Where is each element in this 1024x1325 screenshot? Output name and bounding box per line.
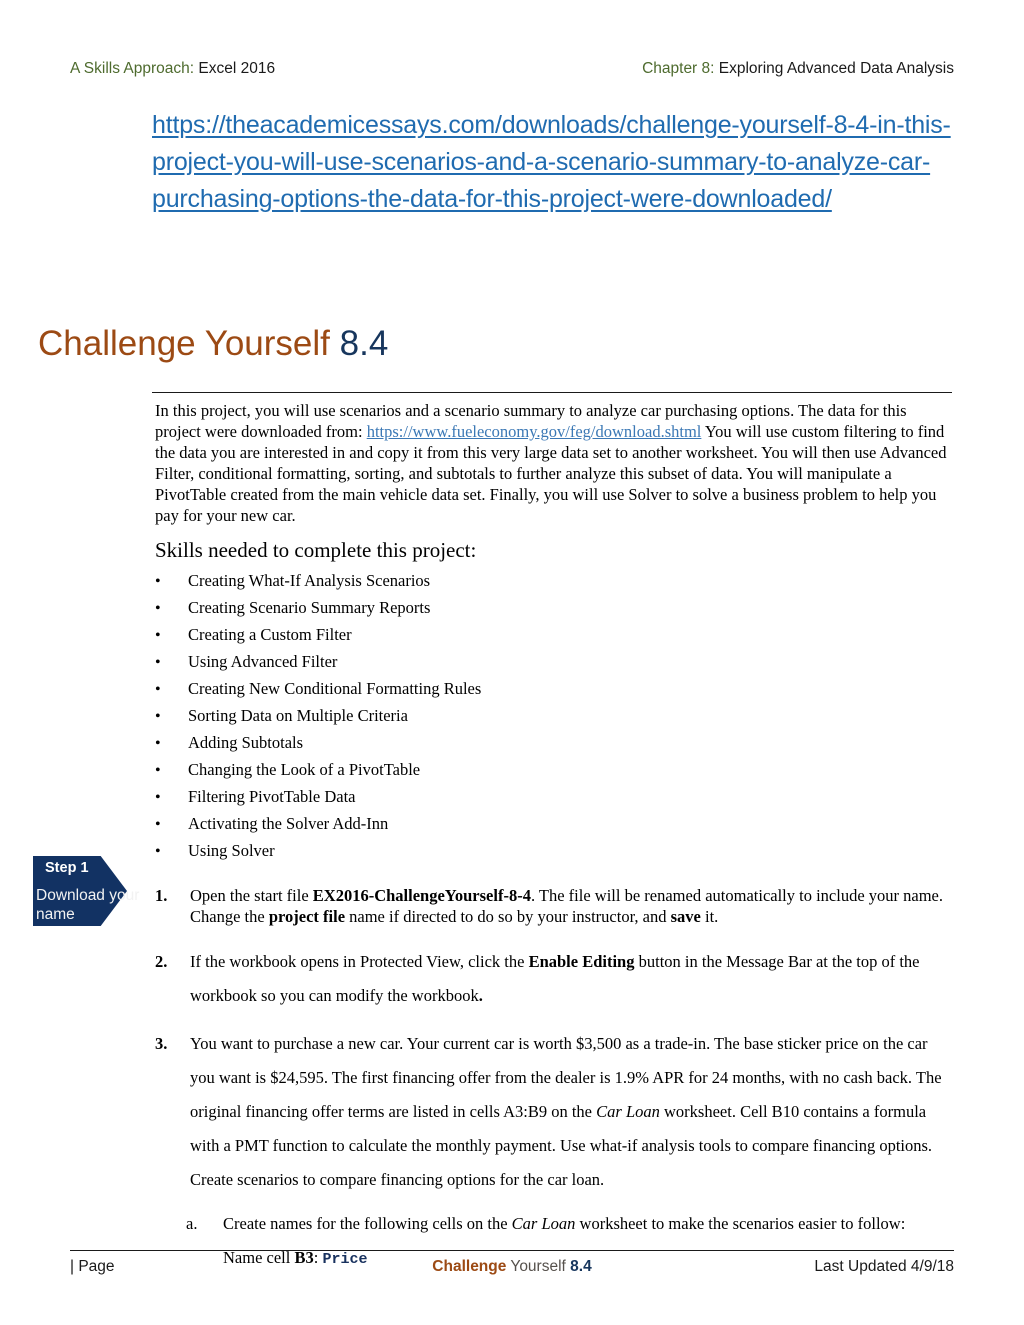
bullet-icon: •: [155, 735, 161, 752]
fueleconomy-link[interactable]: https://www.fueleconomy.gov/feg/download…: [367, 422, 702, 441]
list-item: • Using Advanced Filter: [155, 648, 775, 675]
list-item: • Adding Subtotals: [155, 729, 775, 756]
footer-title-number: 8.4: [570, 1258, 592, 1275]
list-item: • Filtering PivotTable Data: [155, 783, 775, 810]
step-text: Open the start file EX2016-ChallengeYour…: [190, 885, 955, 927]
substep-a-seg2: worksheet to make the scenarios easier t…: [575, 1214, 906, 1233]
footer-title: Challenge Yourself 8.4: [365, 1255, 660, 1279]
bullet-icon: •: [155, 843, 161, 860]
page-header: A Skills Approach: Excel 2016 Chapter 8:…: [70, 58, 954, 84]
header-right: Chapter 8: Exploring Advanced Data Analy…: [642, 58, 954, 80]
project-description: In this project, you will use scenarios …: [155, 400, 955, 526]
list-item: • Activating the Solver Add-Inn: [155, 810, 775, 837]
skill-label: Sorting Data on Multiple Criteria: [188, 706, 408, 725]
skill-label: Creating New Conditional Formatting Rule…: [188, 679, 482, 698]
step3-italic-carloan: Car Loan: [596, 1102, 660, 1121]
instruction-steps: 1. Open the start file EX2016-ChallengeY…: [155, 885, 955, 1277]
skill-label: Creating Scenario Summary Reports: [188, 598, 431, 617]
page-title-number: 8.4: [339, 324, 389, 363]
bullet-icon: •: [155, 762, 161, 779]
step2-bold-enable-editing: Enable Editing: [528, 952, 635, 971]
list-item: • Creating Scenario Summary Reports: [155, 594, 775, 621]
list-item: • Using Solver: [155, 837, 775, 864]
substep-a-seg1: Create names for the following cells on …: [223, 1214, 512, 1233]
intro-divider: [152, 392, 952, 393]
list-item: • Creating What-If Analysis Scenarios: [155, 567, 775, 594]
footer-divider: [70, 1250, 954, 1251]
step-text: You want to purchase a new car. Your cur…: [190, 1027, 955, 1197]
substep-text: Create names for the following cells on …: [223, 1207, 955, 1241]
header-left: A Skills Approach: Excel 2016: [70, 58, 275, 80]
step-text: If the workbook opens in Protected View,…: [190, 945, 955, 1013]
header-right-chapter: Chapter 8:: [642, 60, 715, 77]
page-title-text: Challenge Yourself: [38, 324, 340, 363]
list-item: a. Create names for the following cells …: [186, 1207, 955, 1241]
bullet-icon: •: [155, 654, 161, 671]
list-item: 2. If the workbook opens in Protected Vi…: [155, 945, 955, 1013]
step-badge-subtitle: Download your name: [36, 887, 140, 923]
page-title: Challenge Yourself 8.4: [38, 322, 388, 366]
document-page: A Skills Approach: Excel 2016 Chapter 8:…: [0, 0, 1024, 1325]
skills-list: • Creating What-If Analysis Scenarios • …: [155, 567, 775, 864]
footer-title-yourself: Yourself: [506, 1258, 571, 1275]
list-item: 1. Open the start file EX2016-ChallengeY…: [155, 885, 955, 927]
skill-label: Activating the Solver Add-Inn: [188, 814, 389, 833]
source-url-link[interactable]: https://theacademicessays.com/downloads/…: [152, 107, 952, 218]
skill-label: Using Solver: [188, 841, 275, 860]
list-item: • Creating a Custom Filter: [155, 621, 775, 648]
footer-title-challenge: Challenge: [432, 1258, 507, 1275]
header-right-title: Exploring Advanced Data Analysis: [714, 60, 954, 77]
bullet-icon: •: [155, 708, 161, 725]
bullet-icon: •: [155, 627, 161, 644]
step-number: 2.: [155, 952, 168, 971]
bullet-icon: •: [155, 789, 161, 806]
step2-period: .: [478, 986, 483, 1005]
skill-label: Adding Subtotals: [188, 733, 304, 752]
skill-label: Using Advanced Filter: [188, 652, 338, 671]
step1-filename: EX2016-ChallengeYourself-8-4: [312, 886, 531, 905]
step1-bold-projectfile: project file: [268, 907, 346, 926]
step1-seg4: it.: [700, 907, 719, 926]
list-item: • Sorting Data on Multiple Criteria: [155, 702, 775, 729]
footer-page-number: | Page: [70, 1258, 115, 1275]
bullet-icon: •: [155, 816, 161, 833]
skill-label: Creating What-If Analysis Scenarios: [188, 571, 431, 590]
skill-label: Creating a Custom Filter: [188, 625, 352, 644]
list-item: • Changing the Look of a PivotTable: [155, 756, 775, 783]
step2-seg1: If the workbook opens in Protected View,…: [190, 952, 529, 971]
step-badge-title: Step 1: [45, 860, 89, 876]
bullet-icon: •: [155, 600, 161, 617]
skill-label: Filtering PivotTable Data: [188, 787, 356, 806]
list-item: • Creating New Conditional Formatting Ru…: [155, 675, 775, 702]
step1-bold-save: save: [670, 907, 701, 926]
bullet-icon: •: [155, 573, 161, 590]
step-number: 1.: [155, 886, 168, 905]
step1-seg3: name if directed to do so by your instru…: [345, 907, 671, 926]
substep-letter: a.: [186, 1214, 198, 1233]
footer-last-updated: Last Updated 4/9/18: [814, 1258, 955, 1275]
header-left-title: Excel 2016: [194, 60, 276, 77]
bullet-icon: •: [155, 681, 161, 698]
header-left-series: A Skills Approach:: [70, 60, 195, 77]
skills-heading: Skills needed to complete this project:: [155, 538, 477, 562]
substep-a-italic-carloan: Car Loan: [511, 1214, 576, 1233]
list-item: 3. You want to purchase a new car. Your …: [155, 1027, 955, 1197]
page-footer: | Page Challenge Yourself 8.4 Last Updat…: [70, 1254, 954, 1280]
step-number: 3.: [155, 1034, 168, 1053]
skill-label: Changing the Look of a PivotTable: [188, 760, 421, 779]
step1-seg1: Open the start file: [190, 886, 313, 905]
